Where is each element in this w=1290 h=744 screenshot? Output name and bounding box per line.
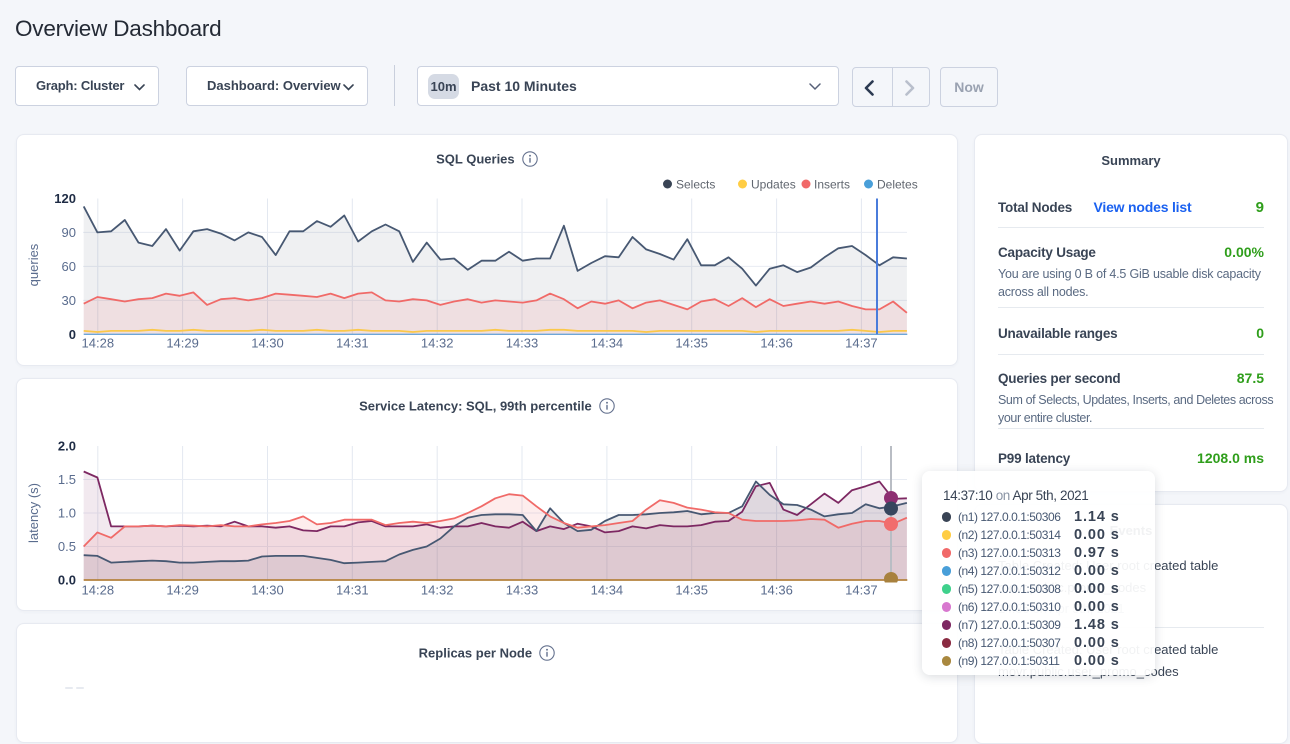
svg-text:14:37: 14:37 — [845, 583, 878, 598]
svg-text:30: 30 — [62, 293, 76, 308]
svg-text:14:31: 14:31 — [336, 336, 369, 351]
svg-text:0.0: 0.0 — [58, 573, 76, 588]
svg-text:14:34: 14:34 — [591, 583, 624, 598]
svg-text:14:36: 14:36 — [760, 583, 793, 598]
svg-text:14:35: 14:35 — [675, 336, 708, 351]
svg-text:14:36: 14:36 — [760, 336, 793, 351]
svg-text:0.5: 0.5 — [58, 539, 76, 554]
svg-text:0: 0 — [69, 327, 76, 342]
svg-text:1.0: 1.0 — [58, 506, 76, 521]
svg-text:60: 60 — [62, 259, 76, 274]
svg-text:1.5: 1.5 — [58, 472, 76, 487]
svg-text:queries: queries — [26, 243, 41, 286]
svg-text:14:30: 14:30 — [251, 336, 284, 351]
svg-text:Updates: Updates — [751, 178, 796, 192]
svg-text:90: 90 — [62, 225, 76, 240]
svg-text:14:34: 14:34 — [591, 336, 624, 351]
svg-text:Inserts: Inserts — [814, 178, 850, 192]
svg-text:14:28: 14:28 — [82, 336, 115, 351]
svg-text:14:30: 14:30 — [251, 583, 284, 598]
svg-text:Deletes: Deletes — [877, 178, 918, 192]
svg-text:14:29: 14:29 — [166, 583, 199, 598]
svg-text:latency (s): latency (s) — [26, 483, 41, 543]
svg-text:14:33: 14:33 — [506, 336, 539, 351]
svg-text:14:28: 14:28 — [82, 583, 115, 598]
svg-text:120: 120 — [54, 191, 76, 206]
svg-text:14:33: 14:33 — [506, 583, 539, 598]
svg-text:2.0: 2.0 — [58, 439, 76, 454]
svg-text:14:32: 14:32 — [421, 336, 454, 351]
svg-text:Selects: Selects — [676, 178, 715, 192]
svg-text:14:32: 14:32 — [421, 583, 454, 598]
svg-text:14:35: 14:35 — [675, 583, 708, 598]
svg-text:14:31: 14:31 — [336, 583, 369, 598]
svg-text:14:37: 14:37 — [845, 336, 878, 351]
svg-text:14:29: 14:29 — [166, 336, 199, 351]
